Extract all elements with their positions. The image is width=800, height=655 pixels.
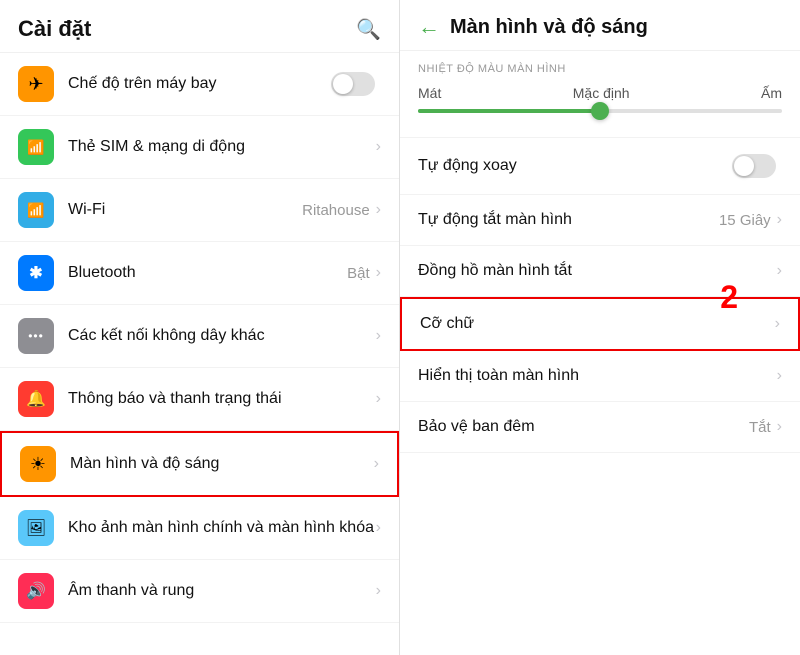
auto-off-value: 15 Giây (719, 212, 771, 229)
sim-label: Thẻ SIM & mạng di động (68, 138, 376, 156)
airplane-toggle[interactable] (331, 72, 375, 96)
wallpaper-label: Kho ảnh màn hình chính và màn hình khóa (68, 518, 376, 539)
bluetooth-icon: ✱ (18, 255, 54, 291)
settings-item-display[interactable]: ☀ Màn hình và độ sáng › 1 (0, 431, 399, 497)
left-title: Cài đặt (18, 16, 91, 42)
sim-chevron: › (376, 138, 381, 156)
wallpaper-icon: 🖼 (18, 510, 54, 546)
wifi-icon: 📶 (18, 192, 54, 228)
connections-icon: ••• (18, 318, 54, 354)
wifi-label: Wi-Fi (68, 201, 302, 219)
right-item-font-size[interactable]: Cỡ chữ › 2 (400, 297, 800, 351)
display-chevron: › (374, 455, 379, 473)
airplane-label: Chế độ trên máy bay (68, 75, 331, 93)
temp-cool-label: Mát (418, 85, 441, 101)
connections-label: Các kết nối không dây khác (68, 327, 376, 345)
font-size-label: Cỡ chữ (420, 315, 775, 333)
settings-item-sim[interactable]: 📶 Thẻ SIM & mạng di động › (0, 116, 399, 179)
wallpaper-chevron: › (376, 519, 381, 537)
settings-item-wifi[interactable]: 📶 Wi-Fi Ritahouse › (0, 179, 399, 242)
wifi-value: Ritahouse (302, 202, 370, 219)
right-header: ← Màn hình và độ sáng (400, 0, 800, 51)
temp-slider-thumb[interactable] (591, 102, 609, 120)
temp-warm-label: Ấm (761, 85, 782, 101)
font-size-chevron: › (775, 315, 780, 333)
right-item-clock-off[interactable]: Đồng hồ màn hình tắt › (400, 246, 800, 297)
display-label: Màn hình và độ sáng (70, 455, 374, 473)
wifi-chevron: › (376, 201, 381, 219)
auto-off-label: Tự động tắt màn hình (418, 211, 719, 229)
fullscreen-chevron: › (777, 367, 782, 385)
right-item-auto-rotate[interactable]: Tự động xoay (400, 138, 800, 195)
temp-slider-container: Mát Mặc định Ấm (400, 79, 800, 138)
sound-chevron: › (376, 582, 381, 600)
left-panel: Cài đặt 🔍 ✈ Chế độ trên máy bay 📶 Thẻ SI… (0, 0, 400, 655)
left-header: Cài đặt 🔍 (0, 0, 399, 53)
bluetooth-value: Bật (347, 265, 370, 282)
temp-slider-fill (418, 109, 600, 113)
auto-rotate-toggle[interactable] (732, 154, 776, 178)
settings-item-notifications[interactable]: 🔔 Thông báo và thanh trạng thái › (0, 368, 399, 431)
bluetooth-label: Bluetooth (68, 264, 347, 282)
sound-icon: 🔊 (18, 573, 54, 609)
settings-list: ✈ Chế độ trên máy bay 📶 Thẻ SIM & mạng d… (0, 53, 399, 655)
right-title: Màn hình và độ sáng (450, 16, 648, 39)
settings-item-bluetooth[interactable]: ✱ Bluetooth Bật › (0, 242, 399, 305)
temp-default-label: Mặc định (573, 85, 630, 101)
temp-section-label: NHIỆT ĐỘ MÀU MÀN HÌNH (400, 51, 800, 79)
right-settings-list: NHIỆT ĐỘ MÀU MÀN HÌNH Mát Mặc định Ấm Tự… (400, 51, 800, 655)
fullscreen-label: Hiển thị toàn màn hình (418, 367, 777, 385)
settings-item-sound[interactable]: 🔊 Âm thanh và rung › (0, 560, 399, 623)
search-icon[interactable]: 🔍 (356, 17, 381, 42)
right-item-fullscreen[interactable]: Hiển thị toàn màn hình › (400, 351, 800, 402)
right-item-auto-off[interactable]: Tự động tắt màn hình 15 Giây › (400, 195, 800, 246)
settings-item-airplane[interactable]: ✈ Chế độ trên máy bay (0, 53, 399, 116)
back-button[interactable]: ← (418, 14, 440, 40)
night-chevron: › (777, 418, 782, 436)
sound-label: Âm thanh và rung (68, 582, 376, 600)
step1-badge: 1 (396, 445, 399, 484)
auto-rotate-label: Tự động xoay (418, 157, 732, 175)
temp-labels: Mát Mặc định Ấm (418, 85, 782, 101)
clock-off-label: Đồng hồ màn hình tắt (418, 262, 777, 280)
right-panel: ← Màn hình và độ sáng NHIỆT ĐỘ MÀU MÀN H… (400, 0, 800, 655)
auto-off-chevron: › (777, 211, 782, 229)
settings-item-wallpaper[interactable]: 🖼 Kho ảnh màn hình chính và màn hình khó… (0, 497, 399, 560)
connections-chevron: › (376, 327, 381, 345)
sim-icon: 📶 (18, 129, 54, 165)
notifications-icon: 🔔 (18, 381, 54, 417)
right-item-night[interactable]: Bảo vệ ban đêm Tắt › (400, 402, 800, 453)
clock-off-chevron: › (777, 262, 782, 280)
airplane-icon: ✈ (18, 66, 54, 102)
bluetooth-chevron: › (376, 264, 381, 282)
temp-slider-track[interactable] (418, 109, 782, 113)
notifications-label: Thông báo và thanh trạng thái (68, 390, 376, 408)
step2-badge: 2 (720, 279, 738, 316)
notifications-chevron: › (376, 390, 381, 408)
night-value: Tắt (749, 419, 771, 436)
display-icon: ☀ (20, 446, 56, 482)
night-label: Bảo vệ ban đêm (418, 418, 749, 436)
temp-section: NHIỆT ĐỘ MÀU MÀN HÌNH Mát Mặc định Ấm (400, 51, 800, 138)
settings-item-connections[interactable]: ••• Các kết nối không dây khác › (0, 305, 399, 368)
